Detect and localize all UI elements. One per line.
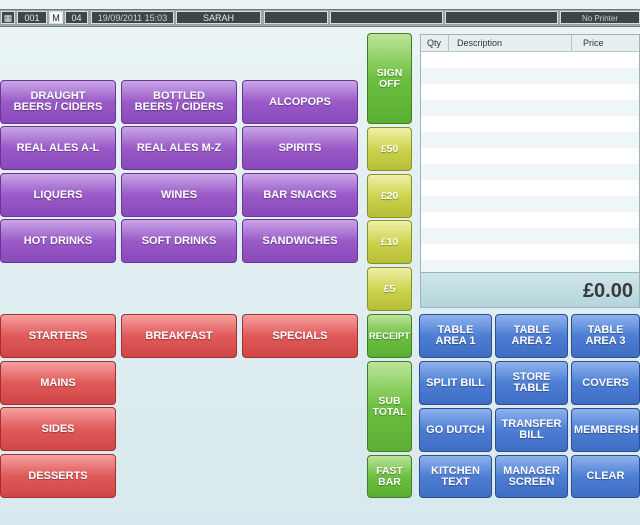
table-area-2-button[interactable]: TABLE AREA 2 [495, 314, 568, 358]
go-dutch-button[interactable]: GO DUTCH [419, 408, 492, 452]
cash-50-button[interactable]: £50 [367, 127, 412, 171]
order-row[interactable] [421, 244, 639, 260]
header-divider [571, 35, 572, 51]
table-area-1-button[interactable]: TABLE AREA 1 [419, 314, 492, 358]
category-real-ales-a-l[interactable]: REAL ALES A-L [0, 126, 116, 170]
category-liquers[interactable]: LIQUERS [0, 173, 116, 217]
order-row[interactable] [421, 164, 639, 180]
order-total-bar: £0.00 [421, 272, 639, 307]
split-bill-button[interactable]: SPLIT BILL [419, 361, 492, 405]
membership-button[interactable]: MEMBERSHIP [571, 408, 640, 452]
column-description: Description [457, 38, 503, 48]
order-total: £0.00 [582, 280, 633, 302]
category-spirits[interactable]: SPIRITS [242, 126, 358, 170]
cash-10-button[interactable]: £10 [367, 220, 412, 264]
category-sides[interactable]: SIDES [0, 407, 116, 451]
header-divider [448, 35, 449, 51]
order-row[interactable] [421, 196, 639, 212]
receipt-button[interactable]: RECEIPT [367, 314, 412, 358]
order-row[interactable] [421, 132, 639, 148]
status-field-2 [330, 11, 443, 24]
order-panel: Qty Description Price £0.00 [420, 34, 640, 308]
datetime: 19/09/2011 15:03 [91, 11, 174, 24]
category-mains[interactable]: MAINS [0, 361, 116, 405]
order-row[interactable] [421, 68, 639, 84]
fast-bar-button[interactable]: FAST BAR [367, 455, 412, 498]
terminal-number: 001 [17, 11, 47, 24]
category-hot-drinks[interactable]: HOT DRINKS [0, 219, 116, 263]
store-table-button[interactable]: STORE TABLE [495, 361, 568, 405]
kitchen-text-button[interactable]: KITCHEN TEXT [419, 455, 492, 498]
screen-number: 04 [65, 11, 88, 24]
covers-button[interactable]: COVERS [571, 361, 640, 405]
category-real-ales-m-z[interactable]: REAL ALES M-Z [121, 126, 237, 170]
order-header: Qty Description Price [421, 35, 639, 52]
order-row[interactable] [421, 52, 639, 68]
printer-status: No Printer [560, 11, 640, 24]
cash-20-button[interactable]: £20 [367, 174, 412, 218]
sign-off-button[interactable]: SIGN OFF [367, 33, 412, 124]
table-area-3-button[interactable]: TABLE AREA 3 [571, 314, 640, 358]
status-field-1 [264, 11, 328, 24]
order-row[interactable] [421, 100, 639, 116]
category-alcopops[interactable]: ALCOPOPS [242, 80, 358, 124]
category-bottled-beers-ciders[interactable]: BOTTLED BEERS / CIDERS [121, 80, 237, 124]
order-row[interactable] [421, 116, 639, 132]
order-row[interactable] [421, 180, 639, 196]
cash-5-button[interactable]: £5 [367, 267, 412, 311]
mode-indicator[interactable]: M [49, 11, 63, 24]
user-name: SARAH [176, 11, 261, 24]
order-row[interactable] [421, 84, 639, 100]
column-price: Price [583, 38, 604, 48]
status-bar: ▦ 001 M 04 19/09/2011 15:03 SARAH No Pri… [0, 9, 640, 27]
order-row[interactable] [421, 148, 639, 164]
category-wines[interactable]: WINES [121, 173, 237, 217]
category-sandwiches[interactable]: SANDWICHES [242, 219, 358, 263]
column-qty: Qty [427, 38, 442, 48]
status-field-3 [445, 11, 558, 24]
order-row[interactable] [421, 228, 639, 244]
sub-total-button[interactable]: SUB TOTAL [367, 361, 412, 452]
transfer-bill-button[interactable]: TRANSFER BILL [495, 408, 568, 452]
menu-icon[interactable]: ▦ [1, 11, 15, 24]
category-draught-beers-ciders[interactable]: DRAUGHT BEERS / CIDERS [0, 80, 116, 124]
category-specials[interactable]: SPECIALS [242, 314, 358, 358]
category-starters[interactable]: STARTERS [0, 314, 116, 358]
category-desserts[interactable]: DESSERTS [0, 454, 116, 498]
order-row[interactable] [421, 212, 639, 228]
manager-screen-button[interactable]: MANAGER SCREEN [495, 455, 568, 498]
category-bar-snacks[interactable]: BAR SNACKS [242, 173, 358, 217]
category-breakfast[interactable]: BREAKFAST [121, 314, 237, 358]
category-soft-drinks[interactable]: SOFT DRINKS [121, 219, 237, 263]
clear-button[interactable]: CLEAR [571, 455, 640, 498]
